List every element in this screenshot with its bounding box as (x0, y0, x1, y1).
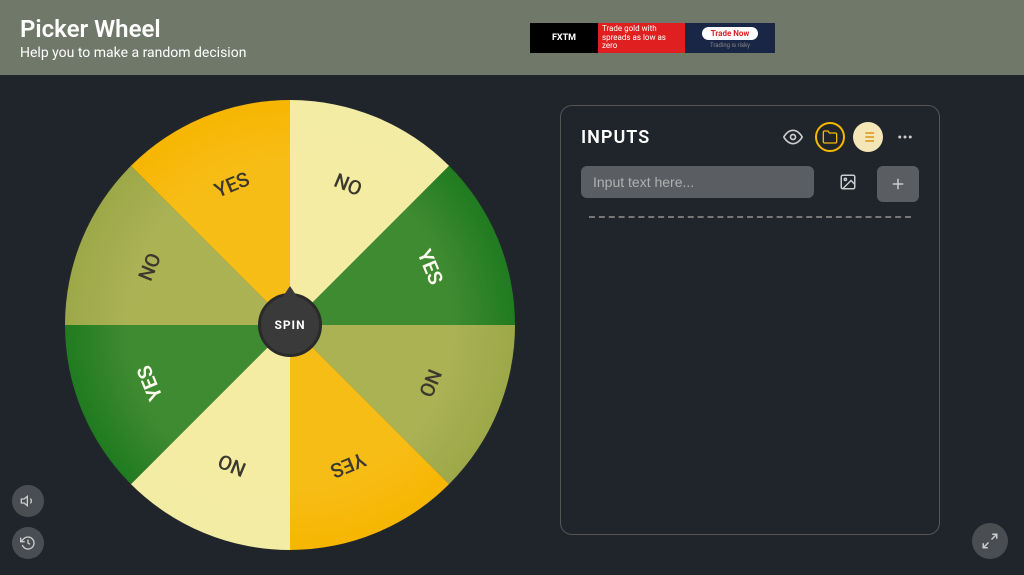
add-button[interactable] (877, 166, 919, 202)
inputs-title: INPUTS (581, 127, 650, 148)
folder-icon[interactable] (815, 122, 845, 152)
wheel-container: NO YES NO YES NO YES NO YES SPIN (60, 95, 520, 555)
spin-pointer-icon (282, 286, 298, 298)
sound-button[interactable] (12, 485, 44, 517)
divider (589, 216, 911, 218)
ad-text: Trade gold with spreads as low as zero (598, 23, 685, 53)
more-icon[interactable] (891, 123, 919, 151)
history-button[interactable] (12, 527, 44, 559)
list-icon[interactable] (853, 122, 883, 152)
app-subtitle: Help you to make a random decision (20, 45, 246, 61)
app-title: Picker Wheel (20, 15, 246, 43)
ad-brand: FXTM (530, 23, 598, 53)
ad-disclaimer: Trading is risky (710, 42, 750, 49)
text-input[interactable] (581, 166, 814, 198)
fullscreen-button[interactable] (972, 523, 1008, 559)
image-icon[interactable] (839, 173, 857, 195)
spin-button[interactable]: SPIN (258, 293, 322, 357)
visibility-icon[interactable] (779, 123, 807, 151)
app-header: Picker Wheel Help you to make a random d… (0, 0, 1024, 75)
ad-cta-button[interactable]: Trade Now (702, 27, 759, 40)
ad-banner[interactable]: FXTM Trade gold with spreads as low as z… (530, 23, 775, 53)
inputs-panel: INPUTS (560, 105, 940, 535)
